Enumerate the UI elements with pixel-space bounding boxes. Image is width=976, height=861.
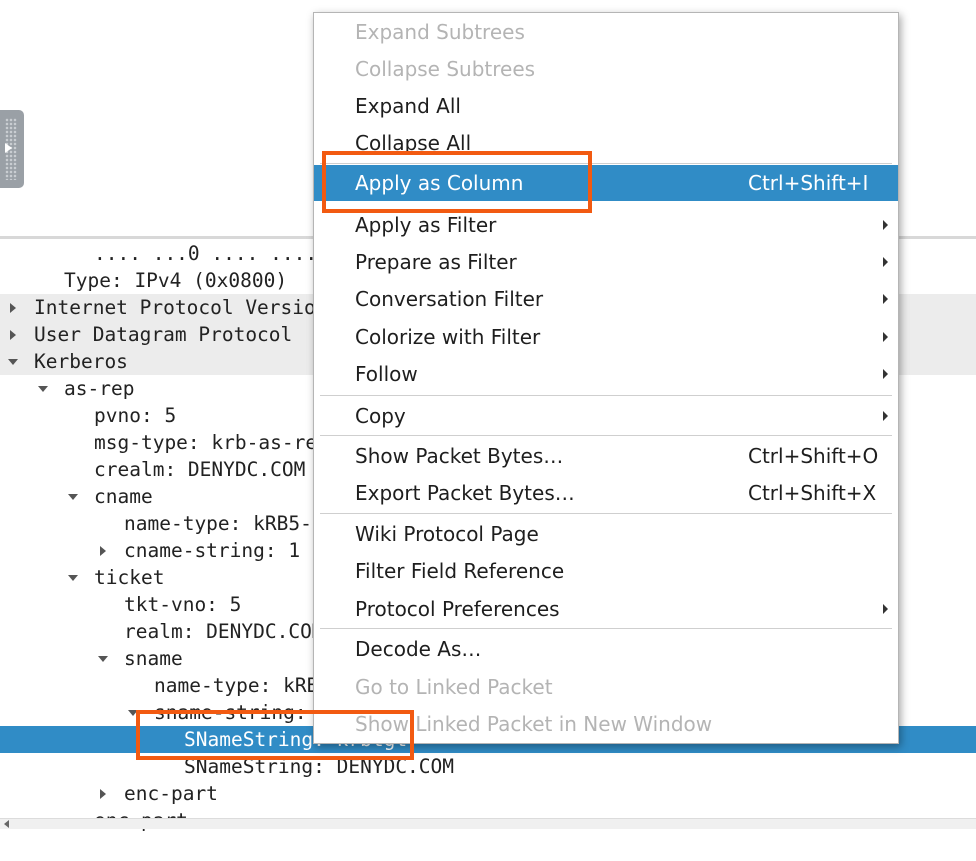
menu-item-protocol-preferences[interactable]: Protocol Preferences: [314, 591, 898, 627]
menu-item-label: Show Packet Bytes…: [355, 444, 564, 468]
tree-row-label: crealm: DENYDC.COM: [94, 458, 306, 481]
menu-item-label: Protocol Preferences: [355, 597, 560, 621]
tree-row-label: Internet Protocol Version 4: [34, 296, 351, 319]
highlight-box-snamestring: [136, 710, 414, 760]
menu-item-decode-as[interactable]: Decode As…: [314, 631, 898, 667]
collapse-arrow-icon[interactable]: [38, 386, 48, 392]
tree-row-label: enc-part: [124, 782, 218, 805]
tree-row-label: Type: IPv4 (0x0800): [64, 269, 288, 292]
menu-item-copy[interactable]: Copy: [314, 398, 898, 434]
expand-arrow-icon[interactable]: [10, 330, 16, 340]
tree-row-label: tkt-vno: 5: [124, 593, 242, 616]
expand-arrow-icon[interactable]: [100, 546, 106, 556]
context-menu: Expand Subtrees Collapse Subtrees Expand…: [313, 12, 899, 744]
menu-item-go-to-linked-packet: Go to Linked Packet: [314, 669, 898, 705]
side-panel-handle[interactable]: [0, 110, 24, 188]
submenu-arrow-icon: [883, 604, 888, 614]
menu-item-label: Expand All: [355, 94, 461, 118]
menu-item-label: Colorize with Filter: [355, 325, 541, 349]
tree-row-label: User Datagram Protocol: [34, 323, 293, 346]
submenu-arrow-icon: [883, 411, 888, 421]
menu-item-label: Prepare as Filter: [355, 250, 517, 274]
menu-item-label: Follow: [355, 362, 418, 386]
tree-row-label: as-rep: [64, 377, 135, 400]
menu-item-show-packet-bytes[interactable]: Show Packet Bytes… Ctrl+Shift+O: [314, 438, 898, 474]
menu-separator: [320, 628, 892, 629]
submenu-arrow-icon: [883, 294, 888, 304]
collapse-arrow-icon[interactable]: [68, 575, 78, 581]
tree-row-label: cname: [94, 485, 153, 508]
menu-item-collapse-subtrees: Collapse Subtrees: [314, 51, 898, 87]
menu-item-label: Conversation Filter: [355, 287, 544, 311]
collapse-arrow-icon[interactable]: [98, 656, 108, 662]
expand-arrow-icon[interactable]: [100, 789, 106, 799]
menu-item-prepare-as-filter[interactable]: Prepare as Filter: [314, 244, 898, 280]
menu-item-filter-field-reference[interactable]: Filter Field Reference: [314, 553, 898, 589]
expand-arrow-icon: [5, 143, 12, 153]
menu-item-shortcut: Ctrl+Shift+O: [748, 444, 879, 468]
menu-item-label: Filter Field Reference: [355, 559, 565, 583]
menu-item-colorize-with-filter[interactable]: Colorize with Filter: [314, 319, 898, 355]
collapse-arrow-icon[interactable]: [68, 494, 78, 500]
menu-item-wiki-protocol-page[interactable]: Wiki Protocol Page: [314, 516, 898, 552]
highlight-box-apply-as-column: [322, 151, 592, 213]
menu-separator: [320, 513, 892, 514]
menu-item-label: Export Packet Bytes…: [355, 481, 575, 505]
scroll-left-icon[interactable]: [4, 820, 9, 828]
menu-item-export-packet-bytes[interactable]: Export Packet Bytes… Ctrl+Shift+X: [314, 475, 898, 511]
menu-item-label: Wiki Protocol Page: [355, 522, 539, 546]
collapse-arrow-icon[interactable]: [8, 359, 18, 365]
menu-item-label: Expand Subtrees: [355, 20, 525, 44]
submenu-arrow-icon: [883, 369, 888, 379]
menu-separator: [320, 435, 892, 436]
menu-separator: [320, 395, 892, 396]
submenu-arrow-icon: [883, 257, 888, 267]
tree-row-label: sname: [124, 647, 183, 670]
expand-arrow-icon[interactable]: [10, 303, 16, 313]
menu-item-label: Go to Linked Packet: [355, 675, 553, 699]
menu-item-label: Collapse Subtrees: [355, 57, 536, 81]
tree-row-label: Kerberos: [34, 350, 128, 373]
menu-item-label: Decode As…: [355, 637, 482, 661]
menu-item-shortcut: Ctrl+Shift+I: [748, 171, 869, 195]
submenu-arrow-icon: [883, 220, 888, 230]
submenu-arrow-icon: [883, 332, 888, 342]
menu-item-expand-all[interactable]: Expand All: [314, 88, 898, 124]
tree-row-label: ticket: [94, 566, 165, 589]
menu-item-expand-subtrees: Expand Subtrees: [314, 14, 898, 50]
tree-row-label: realm: DENYDC.COM: [124, 620, 324, 643]
menu-item-label: Copy: [355, 404, 406, 428]
horizontal-scrollbar[interactable]: [0, 818, 976, 829]
menu-item-shortcut: Ctrl+Shift+X: [748, 481, 877, 505]
tree-row-label: pvno: 5: [94, 404, 177, 427]
tree-row[interactable]: enc-part: [0, 780, 976, 807]
menu-item-conversation-filter[interactable]: Conversation Filter: [314, 281, 898, 317]
menu-item-follow[interactable]: Follow: [314, 356, 898, 392]
